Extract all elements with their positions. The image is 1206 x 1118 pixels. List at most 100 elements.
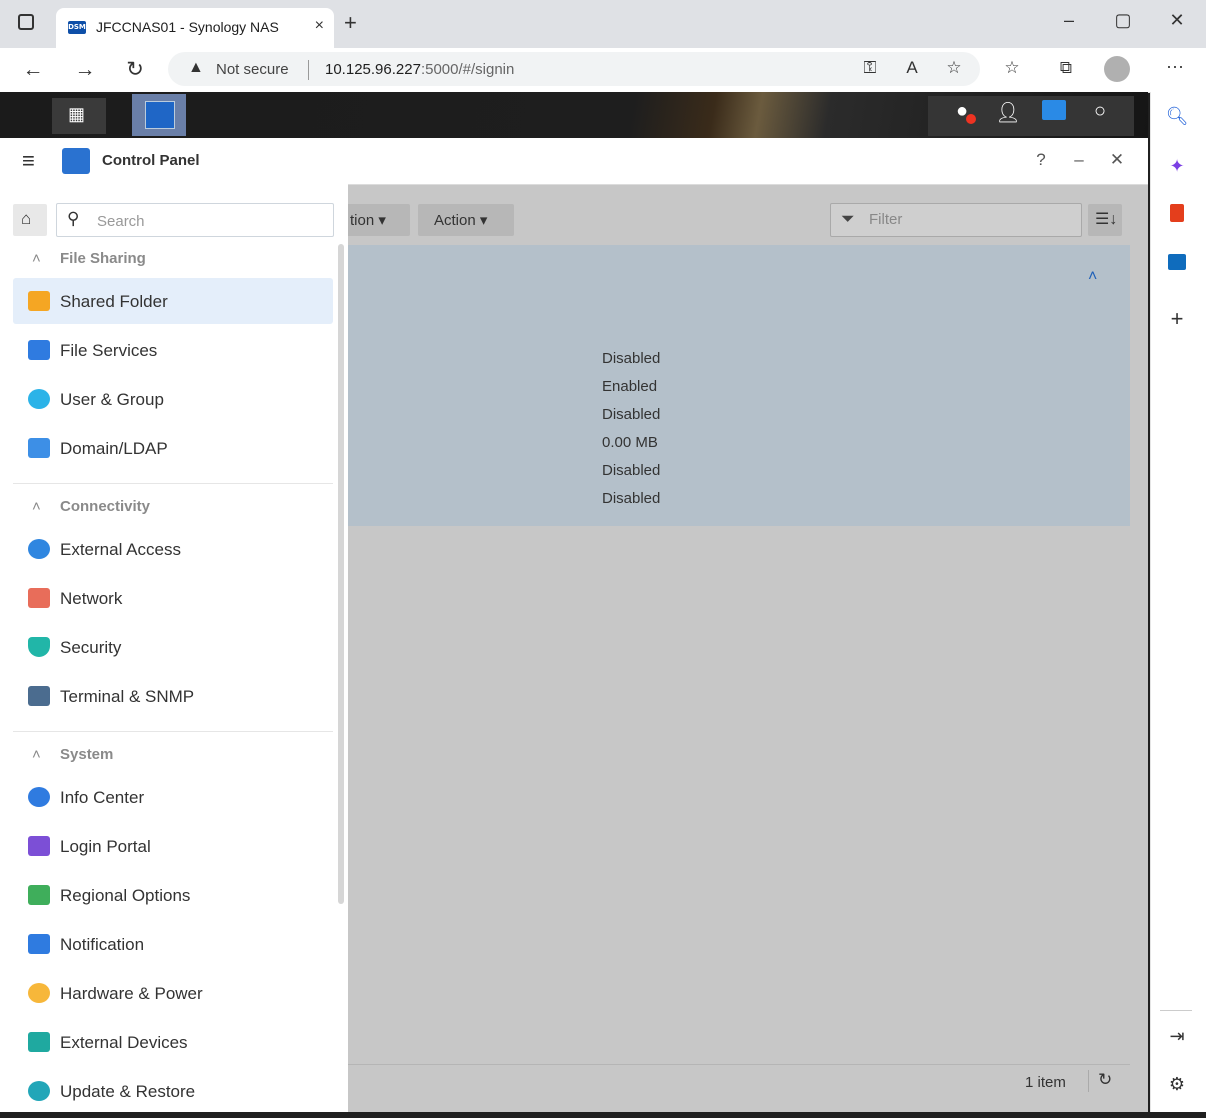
new-tab-button[interactable]: + bbox=[344, 12, 357, 34]
url-text[interactable]: 10.125.96.227:5000/#/signin bbox=[325, 61, 514, 78]
sidebar-item-hardware-power[interactable]: Hardware & Power bbox=[13, 970, 333, 1016]
chevron-up-icon[interactable]: ˄ bbox=[1088, 268, 1097, 286]
sidebar-item-file-services[interactable]: File Services bbox=[13, 327, 333, 373]
window-maximize-button[interactable]: ▢ bbox=[1108, 10, 1138, 31]
warning-triangle-icon[interactable]: ▲ bbox=[188, 59, 204, 77]
settings-more-icon[interactable]: ··· bbox=[1160, 56, 1190, 77]
minimize-window-button[interactable]: – bbox=[1066, 150, 1092, 170]
section-system[interactable]: ˄ System bbox=[32, 746, 113, 763]
sidebar-item-update-restore[interactable]: Update & Restore bbox=[13, 1068, 333, 1114]
sidebar-item-info-center[interactable]: Info Center bbox=[13, 774, 333, 820]
forward-arrow-icon[interactable]: → bbox=[70, 56, 100, 84]
sidebar-item-regional-options[interactable]: Regional Options bbox=[13, 872, 333, 918]
detail-value: Disabled bbox=[602, 350, 661, 367]
sidebar-item-external-devices[interactable]: External Devices bbox=[13, 1019, 333, 1065]
add-favorite-icon[interactable]: ☆ bbox=[940, 58, 968, 78]
shield-icon bbox=[28, 637, 50, 657]
sidebar-item-login-portal[interactable]: Login Portal bbox=[13, 823, 333, 869]
reload-icon[interactable]: ↻ bbox=[120, 56, 150, 84]
tab-close-icon[interactable]: × bbox=[315, 17, 324, 35]
terminal-icon bbox=[28, 686, 50, 706]
action-button-label: Action ▾ bbox=[434, 212, 488, 229]
sidebar-item-domain-ldap[interactable]: Domain/LDAP bbox=[13, 425, 333, 471]
main-menu-button[interactable]: ▦ bbox=[52, 98, 106, 134]
sidebar-item-user-group[interactable]: User & Group bbox=[13, 376, 333, 422]
sidebar-item-label: Notification bbox=[60, 935, 145, 954]
sidebar-item-label: User & Group bbox=[60, 390, 164, 409]
section-file-sharing[interactable]: ˄ File Sharing bbox=[32, 250, 146, 267]
copilot-icon[interactable]: ✦ bbox=[1162, 156, 1192, 177]
outlook-icon[interactable] bbox=[1162, 254, 1192, 275]
read-aloud-icon[interactable]: A bbox=[898, 58, 926, 78]
notification-icon bbox=[28, 934, 50, 954]
not-secure-label[interactable]: Not secure bbox=[216, 61, 289, 78]
user-icon[interactable]: 👤︎ bbox=[988, 100, 1028, 125]
hide-sidebar-icon[interactable]: ⇥ bbox=[1162, 1026, 1192, 1047]
sidebar-item-label: Network bbox=[60, 589, 123, 608]
browser-tab[interactable]: DSM JFCCNAS01 - Synology NAS × bbox=[56, 8, 334, 48]
section-divider bbox=[13, 731, 333, 732]
collections-icon[interactable]: ⧉ bbox=[1052, 58, 1080, 78]
item-count: 1 item bbox=[1025, 1074, 1066, 1091]
add-sidebar-icon[interactable]: + bbox=[1162, 306, 1192, 332]
toolbar-button-label: tion ▾ bbox=[350, 212, 386, 229]
close-window-button[interactable]: ✕ bbox=[1104, 150, 1130, 170]
sidebar-item-shared-folder[interactable]: Shared Folder bbox=[13, 278, 333, 324]
edge-sidebar bbox=[1150, 92, 1206, 1118]
update-restore-icon bbox=[28, 1081, 50, 1101]
control-panel-taskbar-icon[interactable] bbox=[132, 94, 186, 136]
external-access-icon bbox=[28, 539, 50, 559]
sidebar-item-label: Info Center bbox=[60, 788, 145, 807]
url-path: :5000/#/signin bbox=[420, 61, 515, 78]
control-panel-title-icon bbox=[62, 148, 90, 174]
key-icon[interactable]: ⚿ bbox=[856, 58, 884, 78]
detail-value: Disabled bbox=[602, 406, 661, 423]
section-connectivity[interactable]: ˄ Connectivity bbox=[32, 498, 150, 515]
sidebar-item-label: External Devices bbox=[60, 1033, 188, 1052]
action-button[interactable]: Action ▾ bbox=[418, 204, 514, 236]
sidebar-item-notification[interactable]: Notification bbox=[13, 921, 333, 967]
sidebar-item-label: Security bbox=[60, 638, 122, 657]
search-input[interactable] bbox=[95, 210, 324, 232]
refresh-icon[interactable]: ↻ bbox=[1098, 1070, 1112, 1090]
window-minimize-button[interactable]: – bbox=[1054, 10, 1084, 31]
section-divider bbox=[13, 483, 333, 484]
hamburger-menu-icon[interactable]: ≡ bbox=[22, 148, 35, 174]
sidebar-item-network[interactable]: Network bbox=[13, 575, 333, 621]
dsm-search-icon[interactable]: ○ bbox=[1080, 100, 1120, 123]
sidebar-item-label: Login Portal bbox=[60, 837, 151, 856]
window-close-button[interactable]: ✕ bbox=[1162, 10, 1192, 31]
sidebar-item-label: Domain/LDAP bbox=[60, 439, 168, 458]
folder-icon bbox=[28, 291, 50, 311]
sidebar-item-terminal-snmp[interactable]: Terminal & SNMP bbox=[13, 673, 333, 719]
notification-chat-icon[interactable]: ● bbox=[942, 100, 982, 124]
sidebar-scrollbar[interactable] bbox=[338, 244, 344, 904]
toolbar-button[interactable]: tion ▾ bbox=[340, 204, 410, 236]
sidebar-item-external-access[interactable]: External Access bbox=[13, 526, 333, 572]
sort-button[interactable]: ☰↓ bbox=[1088, 204, 1122, 236]
sidebar-item-label: Terminal & SNMP bbox=[60, 687, 195, 706]
detail-value: Enabled bbox=[602, 378, 658, 395]
filter-input[interactable]: ⏷ Filter bbox=[830, 203, 1082, 237]
sidebar-item-label: File Services bbox=[60, 341, 158, 360]
sidebar-item-security[interactable]: Security bbox=[13, 624, 333, 670]
tab-actions-icon[interactable] bbox=[18, 14, 34, 30]
home-button[interactable]: ⌂ bbox=[13, 204, 47, 236]
favorites-icon[interactable]: ☆ bbox=[998, 58, 1026, 78]
sidebar-item-label: Update & Restore bbox=[60, 1082, 196, 1101]
regional-options-icon bbox=[28, 885, 50, 905]
help-button[interactable]: ? bbox=[1028, 150, 1054, 170]
detail-value: Disabled bbox=[602, 490, 661, 507]
sort-icon: ☰↓ bbox=[1095, 211, 1118, 228]
window-title: Control Panel bbox=[102, 152, 200, 169]
profile-avatar[interactable] bbox=[1104, 56, 1130, 82]
external-devices-icon bbox=[28, 1032, 50, 1052]
widgets-icon[interactable] bbox=[1034, 100, 1074, 126]
office-icon[interactable] bbox=[1162, 204, 1192, 227]
back-arrow-icon[interactable]: ← bbox=[18, 56, 48, 84]
sidebar-item-label: External Access bbox=[60, 540, 181, 559]
users-icon bbox=[28, 389, 50, 409]
gear-icon[interactable]: ⚙ bbox=[1162, 1074, 1192, 1095]
search-icon[interactable]: 🔍︎ bbox=[1162, 106, 1192, 127]
sidebar-search[interactable]: ⚲ bbox=[56, 203, 334, 237]
